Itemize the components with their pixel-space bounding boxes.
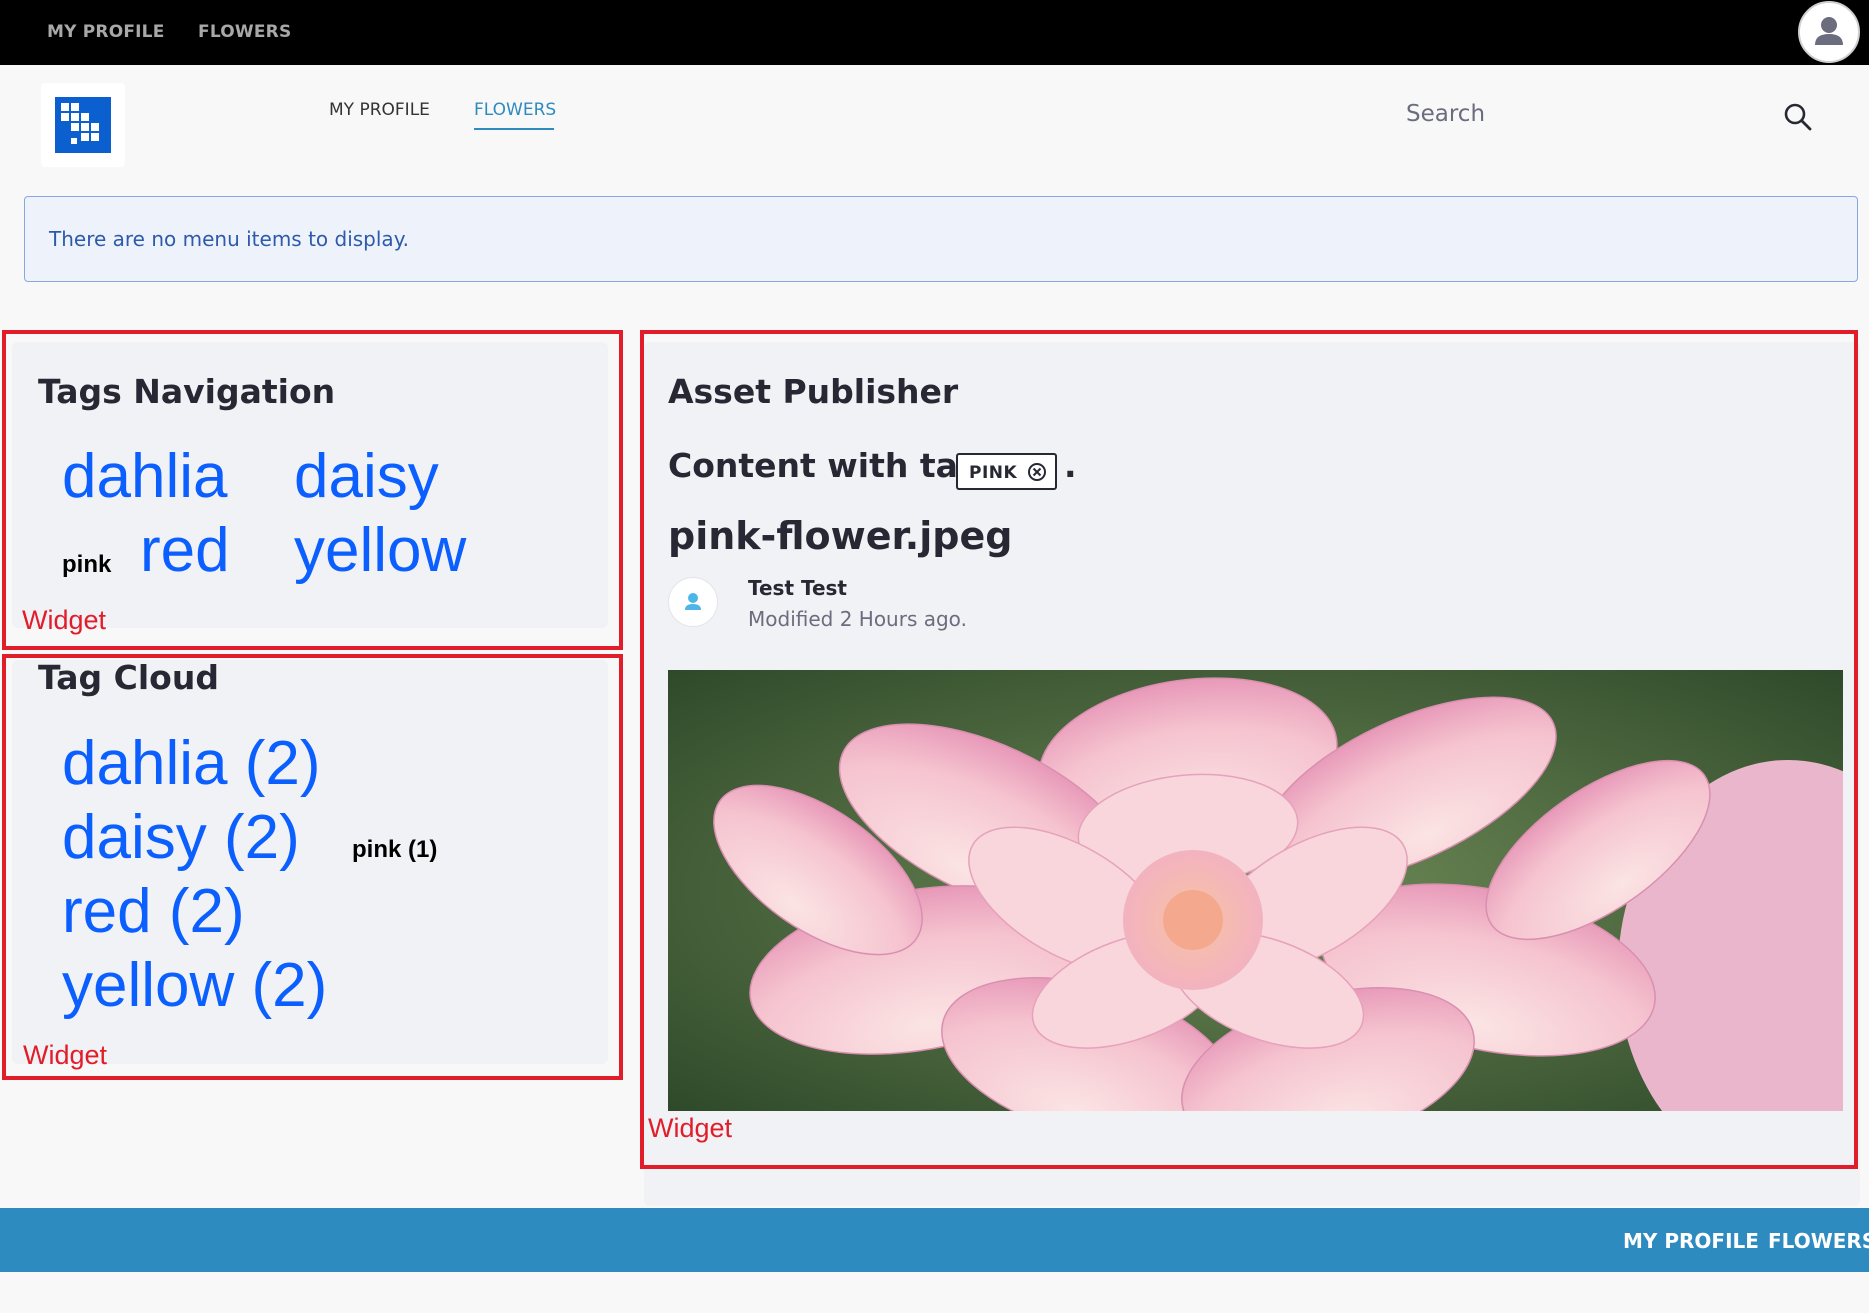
alert-message: There are no menu items to display. [49,227,410,251]
info-alert: There are no menu items to display. [24,196,1858,282]
tag-link-yellow[interactable]: yellow [294,520,466,582]
tag-link-pink[interactable]: pink [62,553,111,577]
user-avatar-button[interactable] [1798,1,1860,63]
widget-annotation-label: Widget [23,1040,108,1070]
search-input[interactable] [1406,92,1766,136]
active-tag-label: PINK [969,463,1018,483]
modified-date: Modified 2 Hours ago. [748,607,967,631]
active-nav-indicator [474,128,554,130]
site-logo-icon [55,97,111,153]
tag-cloud-dahlia[interactable]: dahlia (2) [62,733,320,795]
tag-cloud-title: Tag Cloud [38,658,219,697]
author-avatar [668,577,718,627]
search-icon[interactable] [1783,102,1813,132]
tag-link-red[interactable]: red [140,520,230,582]
author-name: Test Test [748,576,847,600]
active-tag-chip[interactable]: PINK [956,453,1057,490]
asset-image[interactable] [668,670,1843,1111]
header-nav-flowers[interactable]: FLOWERS [474,100,556,120]
header-nav-my-profile[interactable]: MY PROFILE [329,100,430,120]
tag-cloud-yellow[interactable]: yellow (2) [62,955,327,1017]
asset-title-link[interactable]: pink-flower.jpeg [668,514,1012,558]
tag-filter-label: Content with tag [668,446,982,485]
flower-image [668,670,1843,1111]
user-icon [685,593,701,610]
tag-link-dahlia[interactable]: dahlia [62,446,227,508]
remove-tag-icon[interactable] [1027,462,1047,482]
tag-cloud-daisy[interactable]: daisy (2) [62,807,300,869]
tag-cloud-red[interactable]: red (2) [62,881,245,943]
site-logo[interactable] [41,83,125,167]
tag-filter-suffix: . [1064,446,1077,485]
top-nav-my-profile[interactable]: MY PROFILE [47,22,165,42]
user-icon [1815,17,1843,45]
tag-link-daisy[interactable]: daisy [294,446,439,508]
tags-navigation-title: Tags Navigation [38,372,336,411]
tag-cloud-pink[interactable]: pink (1) [352,838,437,862]
top-bar: MY PROFILE FLOWERS [0,0,1869,65]
footer-nav-flowers[interactable]: FLOWERS [1768,1229,1869,1253]
footer-bar: MY PROFILE FLOWERS [0,1208,1869,1272]
asset-publisher-title: Asset Publisher [668,372,959,411]
widget-annotation-label: Widget [22,605,107,635]
footer-nav-my-profile[interactable]: MY PROFILE [1623,1229,1759,1253]
widget-annotation-label: Widget [648,1113,733,1143]
top-nav-flowers[interactable]: FLOWERS [198,22,291,42]
